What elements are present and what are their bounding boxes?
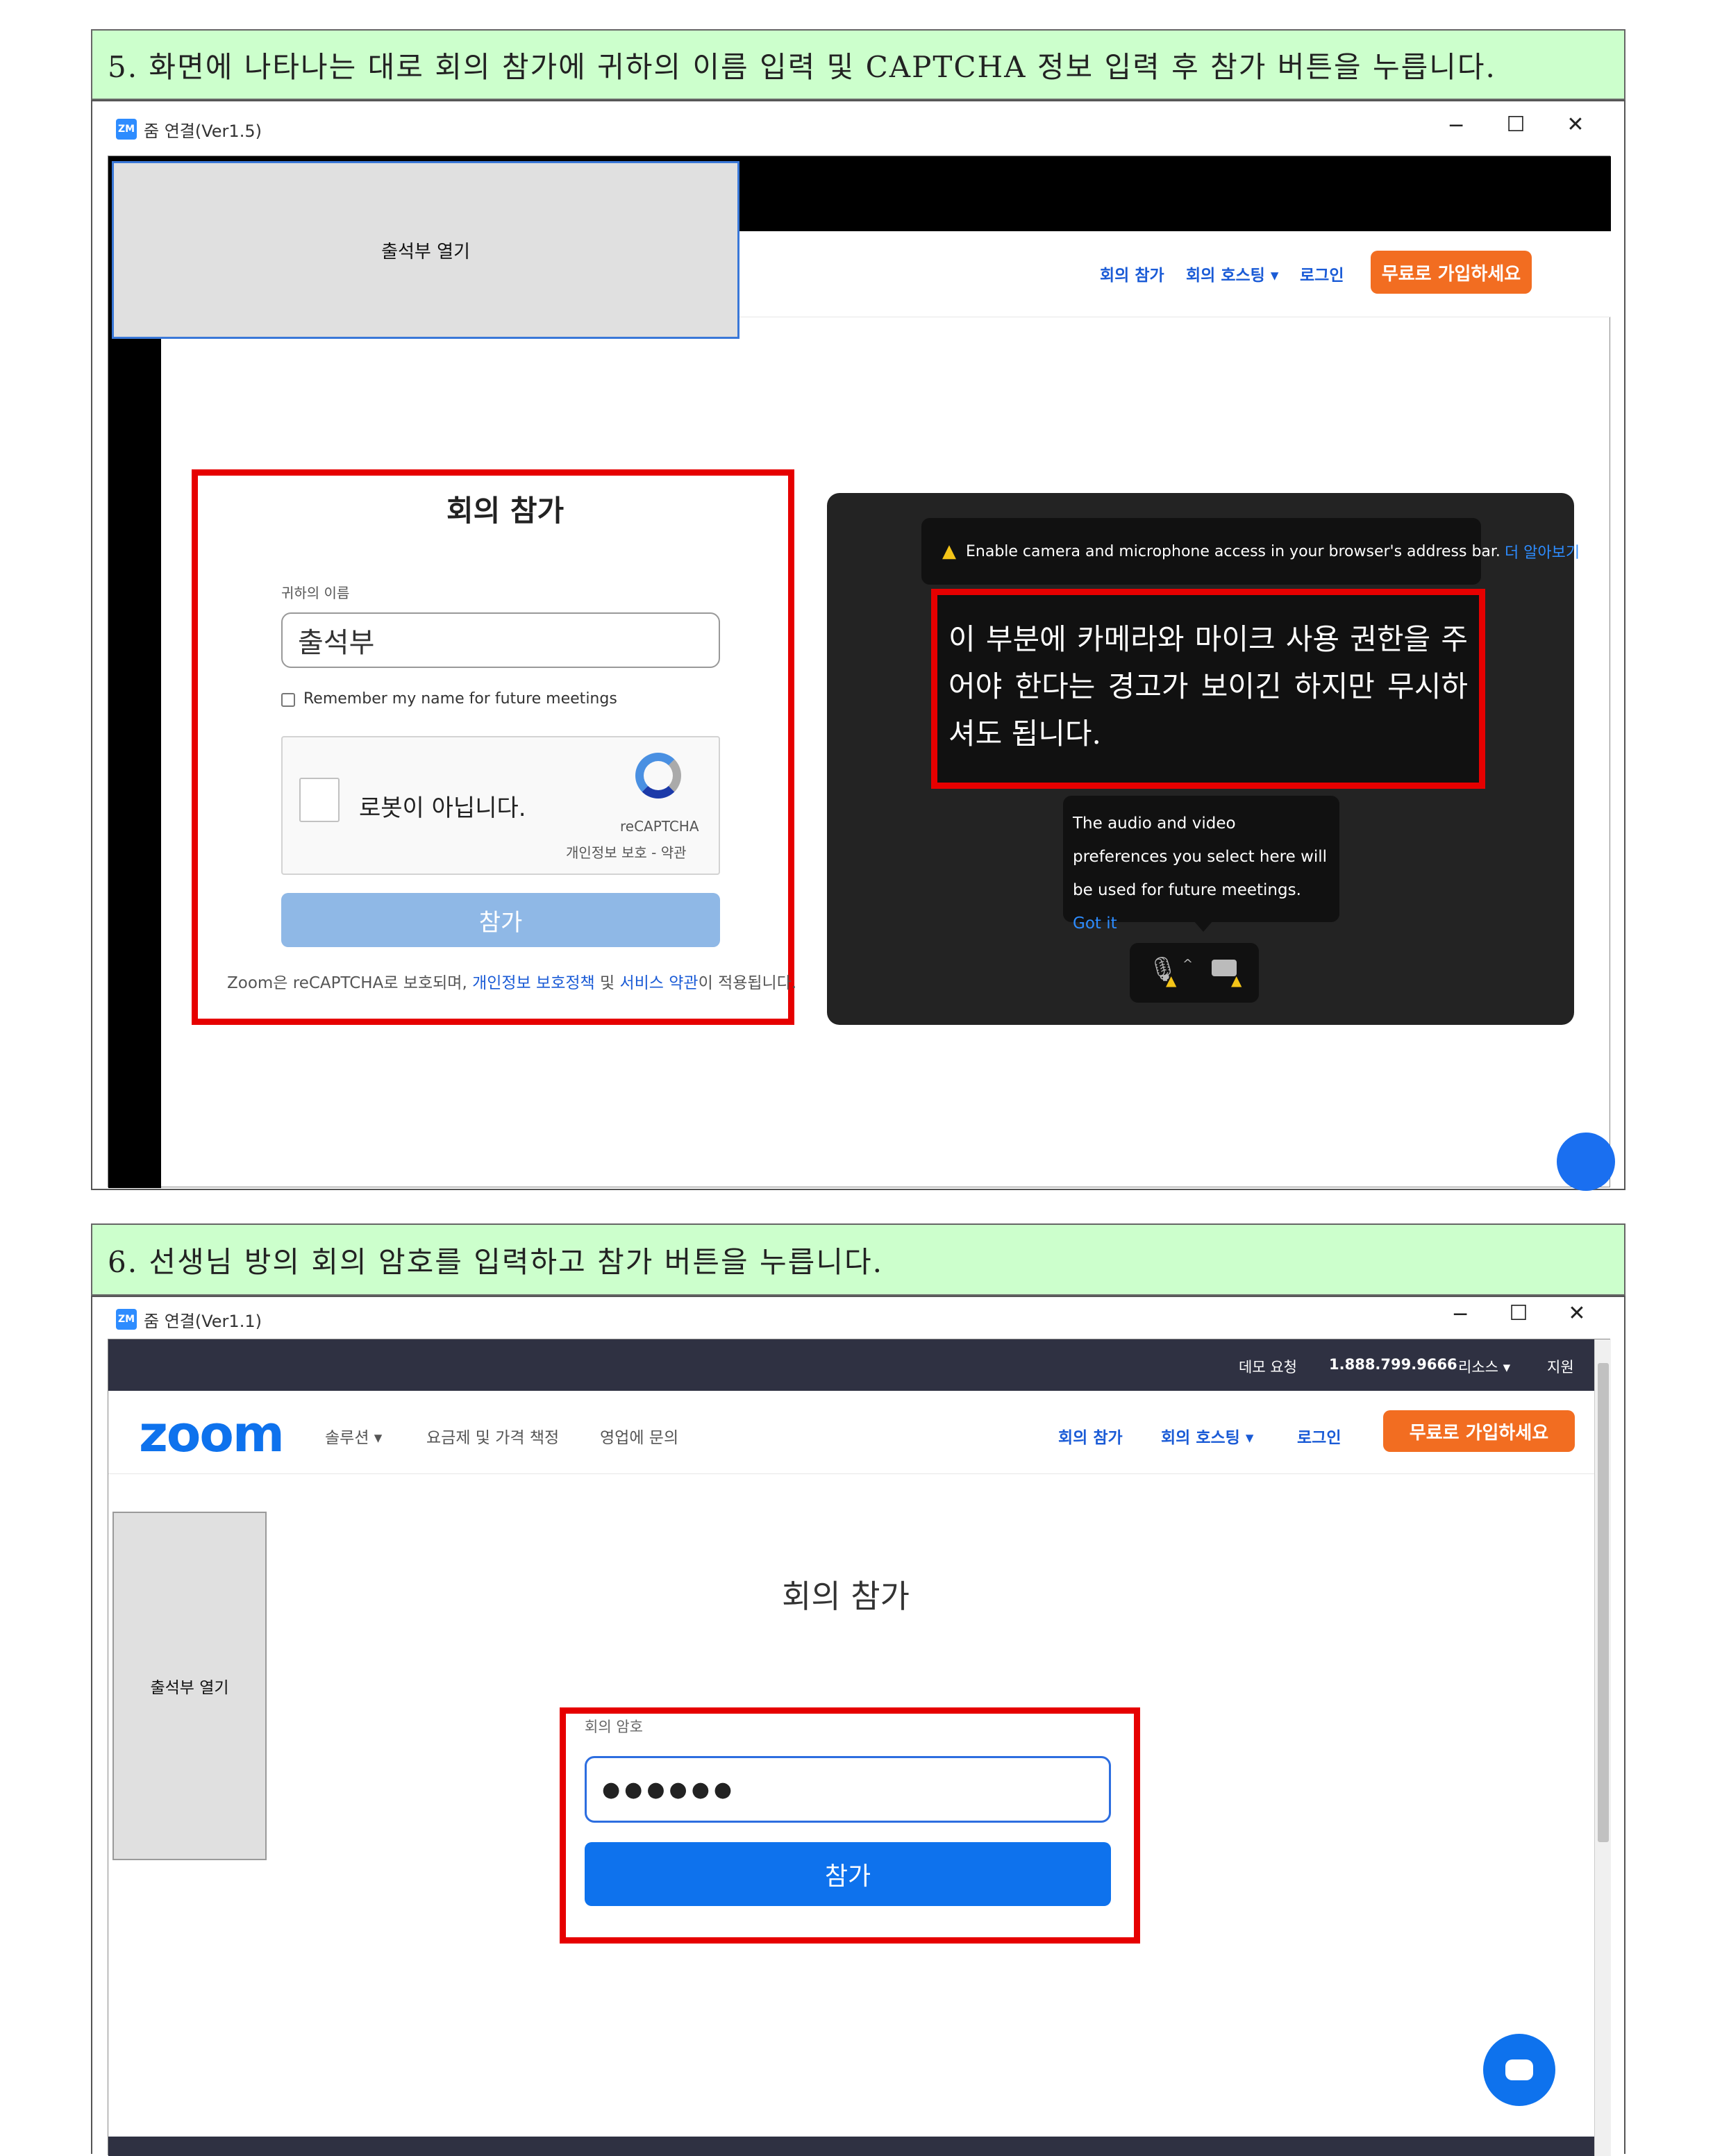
remember-checkbox[interactable] xyxy=(281,693,295,707)
join-button-label: 참가 xyxy=(478,908,523,937)
join-button[interactable]: 참가 xyxy=(281,893,720,947)
terms-link[interactable]: 서비스 약관 xyxy=(619,974,698,992)
password-value: ●●●●●● xyxy=(602,1777,737,1802)
step-5-screenshot: ZM 줌 연결(Ver1.5) ─ ☐ ✕ 회의 참가 회의 호스팅 ▾ 로그인… xyxy=(91,100,1625,1191)
recaptcha-links[interactable]: 개인정보 보호 - 약관 xyxy=(566,842,687,862)
phone-number[interactable]: 1.888.799.9666 xyxy=(1329,1356,1457,1373)
annotation-box: 이 부분에 카메라와 마이크 사용 권한을 주어야 한다는 경고가 보이긴 하지… xyxy=(931,589,1485,789)
tooltip-arrow xyxy=(1194,921,1213,932)
name-label: 귀하의 이름 xyxy=(281,585,350,601)
recaptcha-label: 로봇이 아닙니다. xyxy=(359,794,526,822)
resources-menu[interactable]: 리소스 ▾ xyxy=(1458,1356,1510,1377)
attendance-open-button[interactable]: 출석부 열기 xyxy=(112,161,739,339)
warning-icon: ▲ xyxy=(942,541,956,562)
annotation-text: 이 부분에 카메라와 마이크 사용 권한을 주어야 한다는 경고가 보이긴 하지… xyxy=(948,622,1468,751)
close-icon[interactable]: ✕ xyxy=(1563,1301,1591,1326)
step-6-header: 6. 선생님 방의 회의 암호를 입력하고 참가 버튼을 누릅니다. xyxy=(91,1223,1625,1296)
nav-join[interactable]: 회의 참가 xyxy=(1058,1424,1123,1448)
browser-permission-warning: ▲ Enable camera and microphone access in… xyxy=(921,518,1580,585)
attendance-open-button[interactable]: 출석부 열기 xyxy=(112,1512,267,1860)
join-form-title: 회의 참가 xyxy=(446,494,565,528)
maximize-icon[interactable]: ☐ xyxy=(1502,112,1530,137)
name-value: 출석부 xyxy=(298,627,375,659)
got-it-link[interactable]: Got it xyxy=(1073,914,1117,933)
tooltip-text: The audio and video preferences you sele… xyxy=(1073,814,1328,899)
chat-bubble-icon[interactable] xyxy=(1557,1133,1615,1191)
attendance-label: 출석부 열기 xyxy=(381,241,470,262)
demo-request-link[interactable]: 데모 요청 xyxy=(1239,1356,1297,1377)
support-link[interactable]: 지원 xyxy=(1547,1356,1574,1377)
chat-icon-glyph xyxy=(1505,2059,1533,2080)
nav-login[interactable]: 로그인 xyxy=(1297,1424,1341,1448)
mic-warning-icon: ▲ xyxy=(1166,972,1177,989)
nav-join[interactable]: 회의 참가 xyxy=(1100,262,1164,285)
close-icon[interactable]: ✕ xyxy=(1562,112,1589,137)
chat-bubble-icon[interactable] xyxy=(1483,2034,1555,2106)
zoom-logo[interactable]: zoom xyxy=(139,1405,285,1463)
browser-content: 데모 요청 1.888.799.9666 리소스 ▾ 지원 zoom 솔루션 ▾… xyxy=(108,1339,1611,2156)
step-5-header: 5. 화면에 나타나는 대로 회의 참가에 귀하의 이름 입력 및 CAPTCH… xyxy=(91,29,1625,100)
signup-button[interactable]: 무료로 가입하세요 xyxy=(1371,251,1532,294)
join-page-title: 회의 참가 xyxy=(782,1578,910,1615)
window-title: 줌 연결(Ver1.5) xyxy=(144,121,262,141)
join-button[interactable]: 참가 xyxy=(585,1842,1111,1906)
minimize-icon[interactable]: ─ xyxy=(1446,1303,1474,1327)
window-title-bar: ZM 줌 연결(Ver1.1) xyxy=(116,1304,1157,1335)
step-5-text: 5. 화면에 나타나는 대로 회의 참가에 귀하의 이름 입력 및 CAPTCH… xyxy=(108,49,1496,84)
signup-button[interactable]: 무료로 가입하세요 xyxy=(1383,1410,1575,1452)
recaptcha-logo-icon xyxy=(635,753,681,799)
step-6-screenshot: ZM 줌 연결(Ver1.1) ─ ☐ ✕ 데모 요청 1.888.799.96… xyxy=(91,1296,1625,2156)
remember-label: Remember my name for future meetings xyxy=(303,690,617,708)
maximize-icon[interactable]: ☐ xyxy=(1505,1301,1532,1326)
scrollbar-thumb[interactable] xyxy=(1598,1363,1609,1842)
password-label: 회의 암호 xyxy=(585,1719,643,1735)
app-icon: ZM xyxy=(116,1309,137,1330)
nav-solutions[interactable]: 솔루션 ▾ xyxy=(325,1424,382,1448)
name-input[interactable]: 출석부 xyxy=(281,612,720,668)
nav-sales[interactable]: 영업에 문의 xyxy=(600,1424,678,1448)
step-6-text: 6. 선생님 방의 회의 암호를 입력하고 참가 버튼을 누릅니다. xyxy=(108,1244,883,1279)
app-icon: ZM xyxy=(116,119,137,140)
vertical-scrollbar[interactable] xyxy=(1594,1339,1611,2156)
password-input[interactable]: ●●●●●● xyxy=(585,1756,1111,1823)
footer-bar xyxy=(108,2137,1594,2156)
window-title-bar: ZM 줌 연결(Ver1.5) xyxy=(116,114,1157,144)
join-button-label: 참가 xyxy=(824,1862,871,1891)
minimize-icon[interactable]: ─ xyxy=(1442,114,1470,138)
nav-host[interactable]: 회의 호스팅 ▾ xyxy=(1186,262,1278,285)
recaptcha-brand: reCAPTCHA xyxy=(620,818,699,835)
warning-text: Enable camera and microphone access in y… xyxy=(966,542,1501,560)
learn-more-link[interactable]: 더 알아보기 xyxy=(1505,540,1580,562)
nav-pricing[interactable]: 요금제 및 가격 책정 xyxy=(426,1424,559,1448)
password-form-highlight xyxy=(560,1707,1140,1944)
attendance-label: 출석부 열기 xyxy=(150,1679,229,1697)
camera-warning-icon: ▲ xyxy=(1231,972,1242,989)
chevron-up-icon[interactable]: ^ xyxy=(1182,957,1193,971)
window-title: 줌 연결(Ver1.1) xyxy=(144,1311,262,1331)
nav-host[interactable]: 회의 호스팅 ▾ xyxy=(1161,1424,1253,1448)
nav-login[interactable]: 로그인 xyxy=(1300,262,1344,285)
privacy-policy-link[interactable]: 개인정보 보호정책 xyxy=(472,974,595,992)
recaptcha-checkbox[interactable] xyxy=(299,778,340,822)
recaptcha-footer: Zoom은 reCAPTCHA로 보호되며, 개인정보 보호정책 및 서비스 약… xyxy=(227,974,797,992)
preferences-tooltip: The audio and video preferences you sele… xyxy=(1063,796,1339,933)
